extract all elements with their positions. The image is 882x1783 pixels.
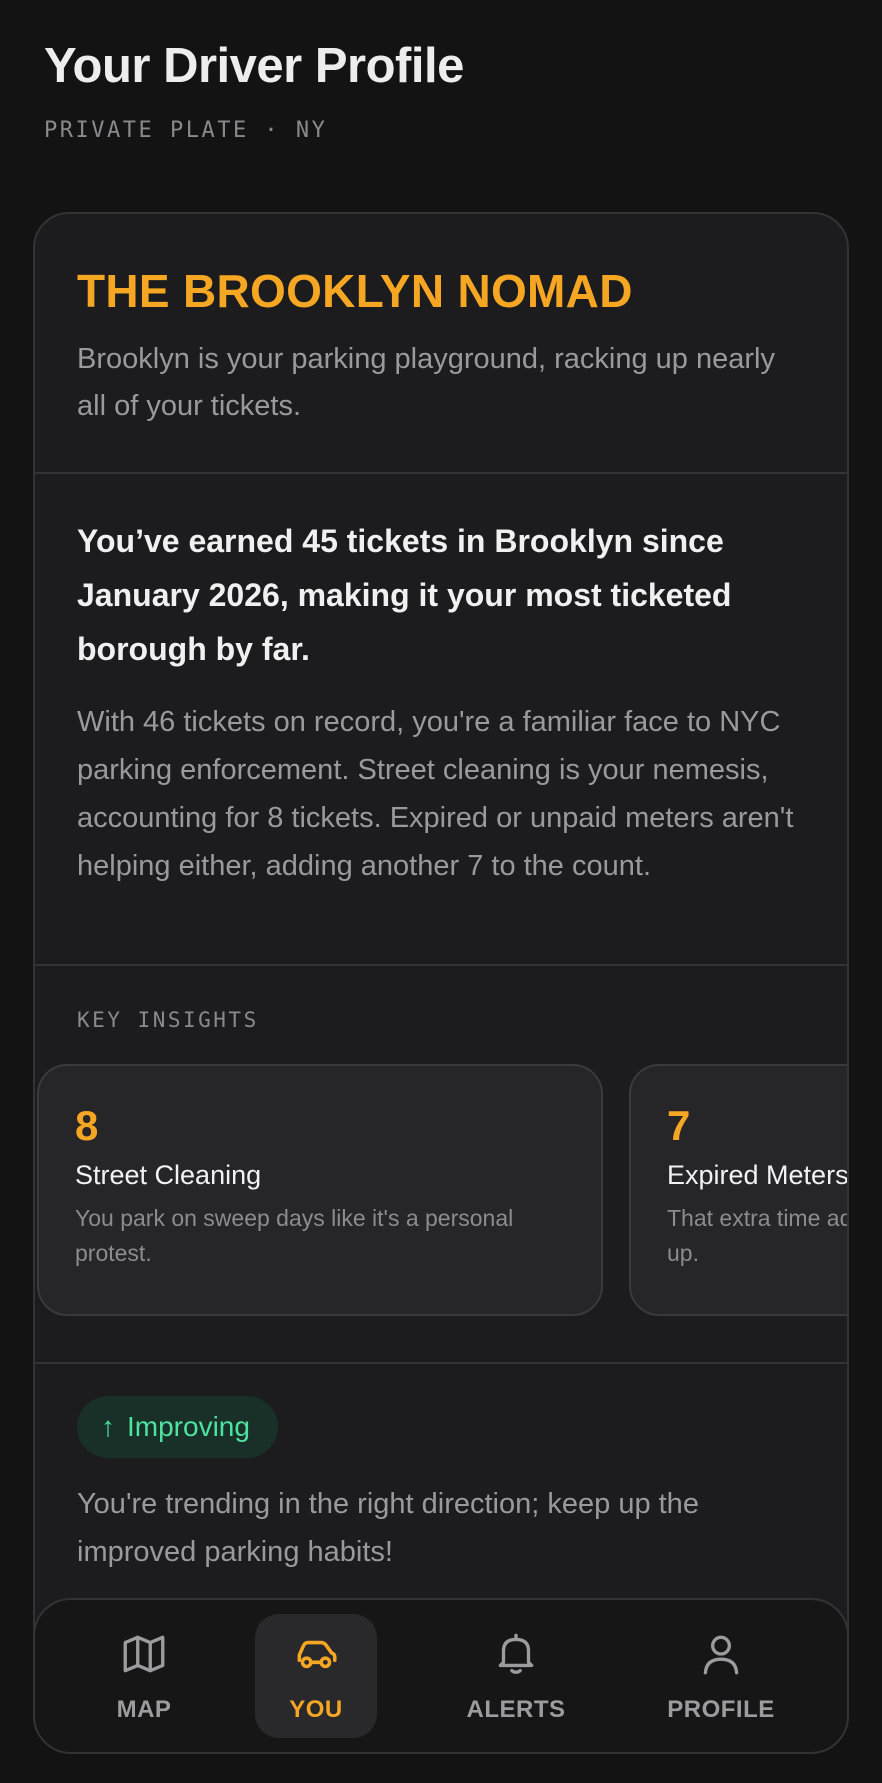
insight-value: 8 (75, 1102, 99, 1149)
bell-icon (491, 1629, 541, 1684)
arrow-up-icon: ↑ (101, 1411, 115, 1442)
page-title: Your Driver Profile (44, 39, 464, 93)
user-icon (696, 1629, 746, 1684)
insight-description: That extra time adds up. (667, 1205, 847, 1266)
key-insights-section[interactable]: KEY INSIGHTS 8 Street Cleaning You park … (35, 966, 847, 1364)
story-section: You’ve earned 45 tickets in Brooklyn sin… (35, 474, 847, 966)
insights-title: KEY INSIGHTS (77, 1008, 259, 1032)
persona-section: THE BROOKLYN NOMAD Brooklyn is your park… (35, 214, 847, 474)
trend-section: ↑ Improving You're trending in the right… (35, 1364, 847, 1576)
driver-profile-screen: Your Driver Profile PRIVATE PLATE · NY T… (0, 0, 882, 1783)
insight-card-street-cleaning[interactable]: 8 Street Cleaning You park on sweep days… (37, 1064, 603, 1316)
bottom-tab-bar: MAP YOU ALERTS PROFILE (33, 1598, 849, 1754)
profile-card[interactable]: THE BROOKLYN NOMAD Brooklyn is your park… (33, 212, 849, 1752)
story-body: With 46 tickets on record, you're a fami… (77, 706, 794, 882)
header: Your Driver Profile PRIVATE PLATE · NY (44, 38, 464, 143)
insight-description: You park on sweep days like it's a perso… (75, 1205, 514, 1266)
car-icon (291, 1629, 341, 1684)
trend-badge: ↑ Improving (77, 1396, 278, 1458)
map-icon (119, 1629, 169, 1684)
persona-description: Brooklyn is your parking playground, rac… (77, 343, 775, 422)
trend-badge-label: Improving (127, 1411, 250, 1442)
insight-label: Expired Meters (667, 1160, 849, 1190)
plate-subtitle: PRIVATE PLATE · NY (44, 118, 328, 143)
tab-alerts[interactable]: ALERTS (455, 1614, 577, 1738)
insight-card-expired-meters[interactable]: 7 Expired Meters That extra time adds up… (629, 1064, 849, 1316)
tab-map[interactable]: MAP (83, 1614, 205, 1738)
tab-you[interactable]: YOU (255, 1614, 377, 1738)
insight-label: Street Cleaning (75, 1160, 262, 1190)
trend-text: You're trending in the right direction; … (77, 1488, 699, 1568)
tab-label: YOU (289, 1695, 343, 1723)
tab-label: MAP (116, 1695, 172, 1723)
tab-profile[interactable]: PROFILE (660, 1614, 782, 1738)
persona-name: THE BROOKLYN NOMAD (77, 265, 633, 317)
insight-value: 7 (667, 1102, 691, 1149)
tab-label: ALERTS (466, 1695, 566, 1723)
story-headline: You’ve earned 45 tickets in Brooklyn sin… (77, 523, 732, 667)
tab-label: PROFILE (667, 1695, 775, 1723)
